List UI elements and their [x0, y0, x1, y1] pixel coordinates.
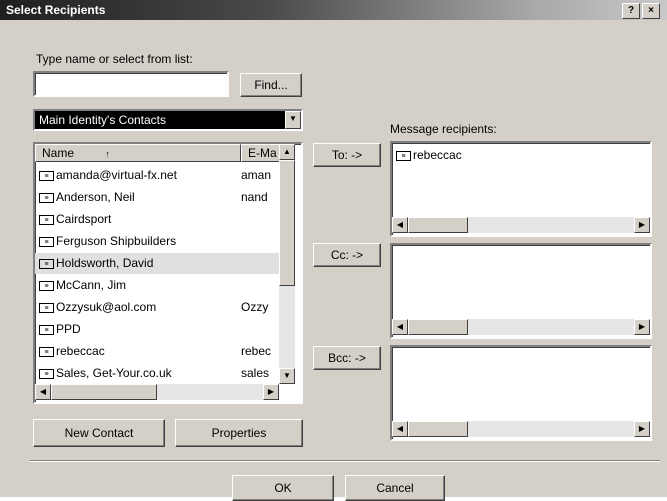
- contact-row[interactable]: ≡ McCann, Jim: [35, 275, 279, 296]
- select-recipients-dialog: Select Recipients ? × Type name or selec…: [0, 0, 667, 501]
- contact-card-icon: ≡: [39, 258, 54, 269]
- separator: [30, 460, 660, 462]
- scroll-left-icon[interactable]: ◀: [392, 319, 408, 335]
- scroll-right-icon[interactable]: ▶: [263, 384, 279, 400]
- contact-email: sales: [241, 366, 270, 380]
- address-book-selected: Main Identity's Contacts: [39, 113, 167, 127]
- to-recipients-items: ≡ rebeccac: [392, 145, 462, 165]
- search-label: Type name or select from list:: [36, 52, 193, 66]
- contact-name: Anderson, Neil: [56, 190, 135, 204]
- scroll-left-icon[interactable]: ◀: [35, 384, 51, 400]
- contact-row[interactable]: ≡ Ozzysuk@aol.com Ozzy: [35, 297, 279, 318]
- contacts-horizontal-scrollbar[interactable]: ◀ ▶: [35, 384, 279, 400]
- contact-row[interactable]: ≡ Ferguson Shipbuilders: [35, 231, 279, 252]
- scroll-thumb[interactable]: [408, 421, 468, 437]
- contact-email: rebec: [241, 344, 272, 358]
- contact-name: Ferguson Shipbuilders: [56, 234, 177, 248]
- to-button-label: To: ->: [331, 148, 363, 162]
- cancel-button-label: Cancel: [376, 481, 414, 495]
- scroll-thumb[interactable]: [51, 384, 157, 400]
- contacts-vertical-scrollbar[interactable]: ▲ ▼: [279, 144, 295, 384]
- contact-card-icon: ≡: [39, 302, 54, 313]
- bcc-button-label: Bcc: ->: [328, 351, 366, 365]
- contact-row[interactable]: ≡ amanda@virtual-fx.net aman: [35, 165, 279, 186]
- contact-row[interactable]: ≡ PPD: [35, 319, 279, 340]
- contact-email: Ozzy: [241, 300, 269, 314]
- scroll-up-icon[interactable]: ▲: [279, 144, 295, 160]
- scroll-right-icon[interactable]: ▶: [634, 421, 650, 437]
- cc-recipients-box[interactable]: ◀ ▶: [390, 243, 652, 339]
- scroll-right-icon[interactable]: ▶: [634, 217, 650, 233]
- contact-name: Holdsworth, David: [56, 256, 154, 270]
- ok-button[interactable]: OK: [232, 475, 334, 501]
- recipient-item[interactable]: ≡ rebeccac: [392, 145, 462, 165]
- bcc-recipients-box[interactable]: ◀ ▶: [390, 345, 652, 441]
- contact-name: Cairdsport: [56, 212, 112, 226]
- find-button-label: Find...: [254, 78, 288, 92]
- help-button[interactable]: ?: [622, 3, 640, 19]
- to-button[interactable]: To: ->: [313, 143, 381, 167]
- contact-name: amanda@virtual-fx.net: [56, 168, 177, 182]
- contact-row[interactable]: ≡ Cairdsport: [35, 209, 279, 230]
- contact-card-icon: ≡: [39, 368, 54, 379]
- scroll-left-icon[interactable]: ◀: [392, 217, 408, 233]
- cc-button-label: Cc: ->: [330, 248, 364, 262]
- contact-name: McCann, Jim: [56, 278, 127, 292]
- contact-row[interactable]: ≡ Holdsworth, David: [35, 253, 279, 274]
- contact-email: nand: [241, 190, 268, 204]
- properties-button-label: Properties: [211, 426, 267, 440]
- to-horizontal-scrollbar[interactable]: ◀ ▶: [392, 217, 650, 233]
- close-button[interactable]: ×: [642, 3, 660, 19]
- contact-name: Sales, Get-Your.co.uk: [56, 366, 172, 380]
- contact-card-icon: ≡: [39, 324, 54, 335]
- column-header-name[interactable]: Name ↑: [35, 144, 241, 162]
- contact-row[interactable]: ≡ rebeccac rebec: [35, 341, 279, 362]
- scroll-thumb[interactable]: [408, 319, 468, 335]
- scroll-down-icon[interactable]: ▼: [279, 368, 295, 384]
- find-button[interactable]: Find...: [240, 73, 302, 97]
- column-header-email-label: E-Ma: [248, 146, 277, 160]
- cancel-button[interactable]: Cancel: [345, 475, 445, 501]
- contacts-list[interactable]: Name ↑ E-Ma ≡ amanda@virtual-fx.net aman ≡ A…: [33, 142, 303, 404]
- new-contact-button-label: New Contact: [64, 426, 134, 440]
- contact-card-icon: ≡: [39, 170, 54, 181]
- cc-button[interactable]: Cc: ->: [313, 243, 381, 267]
- scroll-right-icon[interactable]: ▶: [634, 319, 650, 335]
- cc-horizontal-scrollbar[interactable]: ◀ ▶: [392, 319, 650, 335]
- contact-row[interactable]: ≡ Anderson, Neil nand: [35, 187, 279, 208]
- window-title: Select Recipients: [6, 3, 106, 17]
- sort-arrow-icon: ↑: [105, 149, 110, 159]
- column-header-name-label: Name: [42, 146, 75, 160]
- scroll-left-icon[interactable]: ◀: [392, 421, 408, 437]
- contact-row[interactable]: ≡ Sales, Get-Your.co.uk sales: [35, 363, 279, 384]
- bcc-horizontal-scrollbar[interactable]: ◀ ▶: [392, 421, 650, 437]
- properties-button[interactable]: Properties: [175, 419, 303, 447]
- contact-card-icon: ≡: [396, 150, 411, 161]
- title-bar[interactable]: Select Recipients ? ×: [0, 0, 667, 20]
- contact-card-icon: ≡: [39, 346, 54, 357]
- contact-card-icon: ≡: [39, 236, 54, 247]
- contact-name: Ozzysuk@aol.com: [56, 300, 157, 314]
- contact-name: rebeccac: [56, 344, 105, 358]
- contacts-rows: ≡ amanda@virtual-fx.net aman ≡ Anderson, Nei…: [35, 165, 279, 385]
- recipient-name: rebeccac: [413, 148, 462, 162]
- contact-email: aman: [241, 168, 272, 182]
- scroll-thumb[interactable]: [279, 160, 295, 286]
- address-book-select[interactable]: Main Identity's Contacts ▼: [33, 109, 303, 131]
- new-contact-button[interactable]: New Contact: [33, 419, 165, 447]
- ok-button-label: OK: [274, 481, 292, 495]
- search-input[interactable]: [33, 71, 229, 97]
- contact-card-icon: ≡: [39, 192, 54, 203]
- bcc-button[interactable]: Bcc: ->: [313, 346, 381, 370]
- contact-name: PPD: [56, 322, 81, 336]
- chevron-down-icon[interactable]: ▼: [285, 111, 301, 129]
- contact-card-icon: ≡: [39, 214, 54, 225]
- message-recipients-label: Message recipients:: [390, 122, 497, 136]
- to-recipients-box[interactable]: ≡ rebeccac ◀ ▶: [390, 141, 652, 237]
- scroll-thumb[interactable]: [408, 217, 468, 233]
- contact-card-icon: ≡: [39, 280, 54, 291]
